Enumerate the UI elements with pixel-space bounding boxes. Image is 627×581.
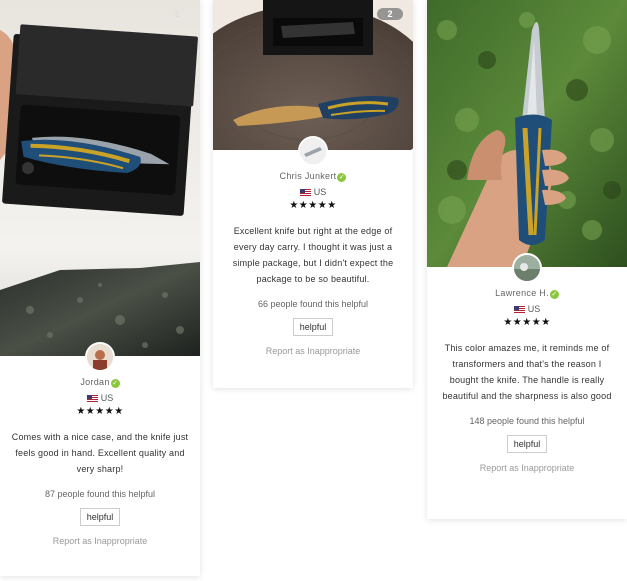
- star-rating: ★★★★★: [503, 317, 551, 328]
- review-wall: 2 Jordan ✓ US ★★★★★ Comes with a nice cas…: [0, 0, 627, 581]
- reviewer-name: Jordan: [80, 377, 110, 387]
- review-photo[interactable]: 2: [213, 0, 413, 150]
- avatar: [512, 253, 542, 283]
- reviewer-name-row: Lawrence H. ✓: [427, 288, 627, 299]
- helpful-count: 66 people found this helpful: [257, 299, 369, 309]
- reviewer-name-row: Jordan ✓: [0, 377, 200, 388]
- reviewer-name: Lawrence H.: [495, 288, 549, 298]
- star-rating: ★★★★★: [289, 200, 337, 211]
- us-flag-icon: [513, 306, 525, 313]
- us-flag-icon: [299, 189, 311, 196]
- helpful-count: 148 people found this helpful: [469, 416, 585, 426]
- helpful-button[interactable]: helpful: [506, 435, 548, 453]
- avatar: [298, 136, 328, 166]
- star-rating: ★★★★★: [76, 406, 124, 417]
- review-text: Excellent knife but right at the edge of…: [232, 226, 394, 284]
- check-badge-icon: ✓: [337, 173, 347, 182]
- review-card-chris-junkert: 2 Chris Junkert ✓ US ★★★★★ Excellent knif…: [213, 0, 413, 388]
- image-count-badge: 2: [377, 8, 403, 20]
- report-link[interactable]: Report as Inappropriate: [213, 346, 413, 356]
- helpful-button[interactable]: helpful: [292, 318, 334, 336]
- review-card-lawrence-h: Lawrence H. ✓ US ★★★★★ This color amazes …: [427, 0, 627, 519]
- image-count-badge: 2: [174, 9, 180, 19]
- review-photo[interactable]: [427, 0, 627, 267]
- reviewer-name: Chris Junkert: [279, 171, 337, 181]
- us-flag-icon: [86, 395, 98, 402]
- review-text: Comes with a nice case, and the knife ju…: [11, 432, 189, 474]
- reviewer-country: US: [313, 187, 327, 197]
- country-row: US: [213, 187, 413, 197]
- helpful-count: 87 people found this helpful: [44, 489, 156, 499]
- reviewer-country: US: [527, 304, 541, 314]
- reviewer-name-row: Chris Junkert ✓: [213, 171, 413, 182]
- report-link[interactable]: Report as Inappropriate: [427, 463, 627, 473]
- avatar: [85, 342, 115, 372]
- country-row: US: [427, 304, 627, 314]
- check-badge-icon: ✓: [110, 379, 120, 388]
- review-photo[interactable]: 2: [0, 0, 200, 356]
- country-row: US: [0, 393, 200, 403]
- report-link[interactable]: Report as Inappropriate: [0, 536, 200, 546]
- check-badge-icon: ✓: [549, 290, 559, 299]
- review-text: This color amazes me, it reminds me of t…: [442, 343, 612, 401]
- review-card-jordan: 2 Jordan ✓ US ★★★★★ Comes with a nice cas…: [0, 0, 200, 576]
- reviewer-country: US: [100, 393, 114, 403]
- helpful-button[interactable]: helpful: [79, 508, 121, 526]
